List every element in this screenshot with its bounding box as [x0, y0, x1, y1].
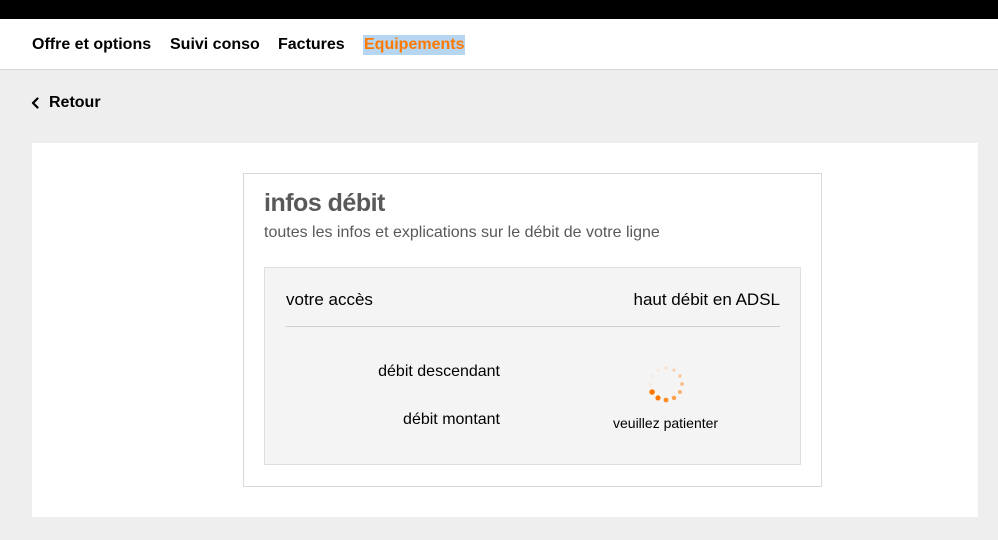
nav-item-factures[interactable]: Factures: [278, 35, 345, 55]
nav-item-offre-et-options[interactable]: Offre et options: [32, 35, 151, 55]
access-label: votre accès: [286, 290, 373, 309]
nav-item-equipements[interactable]: Equipements: [363, 35, 466, 55]
loading-text: veuillez patienter: [613, 415, 719, 431]
access-value: haut débit en ADSL: [633, 290, 780, 309]
download-label: débit descendant: [378, 363, 500, 380]
top-black-bar: [0, 0, 998, 19]
back-link-label: Retour: [49, 94, 101, 111]
back-link[interactable]: Retour: [31, 93, 101, 113]
debit-info-box: votre accès haut débit en ADSL débit des…: [264, 267, 801, 465]
spinner-icon: [648, 366, 684, 403]
upload-label: débit montant: [403, 411, 500, 428]
chevron-left-icon: [31, 93, 44, 113]
main-nav: Offre et options Suivi conso Factures Eq…: [0, 19, 998, 70]
card-subtitle: toutes les infos et explications sur le …: [264, 224, 660, 241]
card-title: infos débit: [264, 189, 385, 217]
nav-item-suivi-conso[interactable]: Suivi conso: [170, 35, 260, 55]
divider: [286, 326, 780, 327]
debit-info-card: infos débit toutes les infos et explicat…: [243, 173, 822, 487]
